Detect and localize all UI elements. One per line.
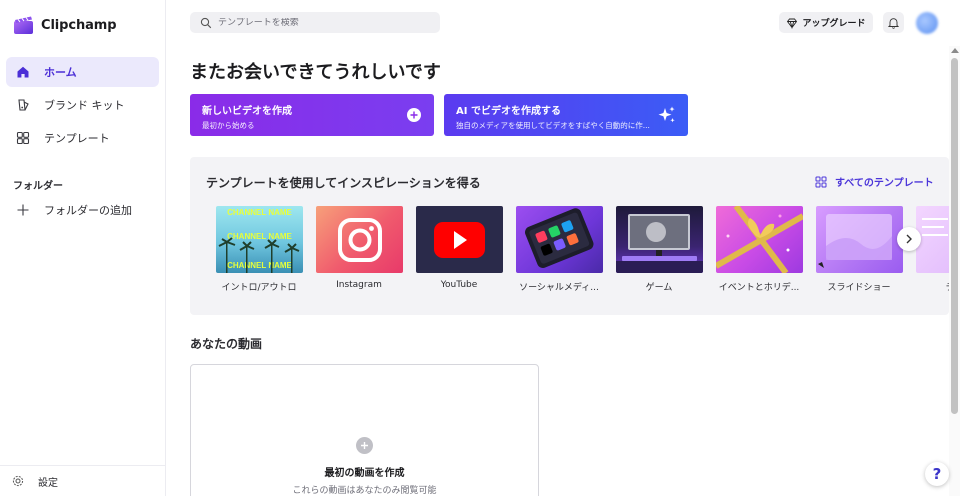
thumb-text: CHANNEL NAME	[227, 208, 292, 217]
search-input[interactable]	[218, 17, 428, 28]
brand[interactable]: Clipchamp	[13, 15, 117, 35]
create-new-video-subtitle: 最初から始める	[202, 121, 255, 130]
template-tile-gaming[interactable]: ゲーム	[616, 206, 703, 293]
template-thumbnail	[416, 206, 503, 273]
settings-label: 設定	[38, 477, 58, 489]
thumb-text: CHANNEL NAME	[227, 261, 292, 270]
chevron-right-icon	[906, 234, 912, 244]
avatar[interactable]	[916, 12, 938, 34]
sidebar-item-label: テンプレート	[44, 132, 110, 145]
templates-grid-icon	[815, 176, 827, 188]
create-ai-video-button[interactable]: AI でビデオを作成する 独自のメディアを使用してビデオをすばやく自動的に作..…	[444, 94, 688, 136]
plus-circle-icon	[407, 108, 421, 122]
notifications-button[interactable]	[883, 12, 904, 33]
template-tile-label: イントロ/アウトロ	[221, 283, 297, 293]
all-templates-label: すべてのテンプレート	[835, 178, 934, 189]
gear-icon	[12, 474, 26, 488]
templates-title: テンプレートを使用してインスピレーションを得る	[206, 176, 481, 190]
add-folder-label: フォルダーの追加	[44, 204, 132, 217]
template-thumbnail	[316, 206, 403, 273]
carousel-next-button[interactable]	[897, 227, 921, 251]
create-first-video-title: 最初の動画を作成	[324, 468, 405, 479]
template-thumbnail	[516, 206, 603, 273]
brand-kit-icon	[14, 96, 32, 114]
clipchamp-logo-icon	[14, 16, 33, 34]
upgrade-label: アップグレード	[802, 19, 866, 29]
template-tile-label: ゲーム	[645, 283, 673, 293]
template-tile-label: イベントとホリデ...	[718, 283, 800, 293]
question-mark-icon: ?	[932, 465, 942, 483]
template-tile-label: YouTube	[440, 280, 478, 290]
help-button[interactable]: ?	[925, 462, 949, 486]
template-tile-text[interactable]: テキス	[916, 206, 949, 293]
gaming-setup-image	[616, 214, 703, 273]
your-videos-heading: あなたの動画	[190, 337, 263, 351]
diamond-icon	[786, 17, 798, 29]
phone-apps-image	[525, 208, 594, 268]
sidebar-nav: ホーム ブランド キット テンプレート	[6, 57, 159, 156]
sidebar-item-brand-kit[interactable]: ブランド キット	[6, 90, 159, 120]
slides-image	[818, 214, 892, 268]
scrollbar-thumb[interactable]	[951, 58, 958, 414]
folder-heading: フォルダー	[13, 181, 63, 192]
create-first-video-subtitle: これらの動画はあなたのみ閲覧可能	[292, 486, 437, 496]
templates-icon	[14, 129, 32, 147]
youtube-icon	[434, 222, 485, 258]
app-name: Clipchamp	[41, 17, 117, 33]
create-first-video-card[interactable]: 最初の動画を作成 これらの動画はあなたのみ閲覧可能	[190, 364, 539, 496]
all-templates-link[interactable]: すべてのテンプレート	[815, 174, 934, 189]
gift-ribbon-image	[716, 206, 803, 273]
create-new-video-title: 新しいビデオを作成	[202, 106, 292, 117]
thumb-text: CHANNEL NAME	[227, 232, 292, 241]
template-thumbnail	[816, 206, 903, 273]
scroll-up-arrow-icon[interactable]	[951, 48, 959, 53]
template-thumbnail	[716, 206, 803, 273]
sparkle-icon	[658, 106, 675, 123]
page-title: またお会いできてうれしいです	[190, 62, 441, 83]
template-tile-label: テキス	[914, 280, 949, 293]
template-tile-intro-outro[interactable]: CHANNEL NAME CHANNEL NAME CHANNEL NAME イ…	[216, 206, 303, 293]
sidebar-item-templates[interactable]: テンプレート	[6, 123, 159, 153]
template-thumbnail	[616, 206, 703, 273]
settings-button[interactable]: 設定	[0, 465, 165, 496]
template-tile-slideshow[interactable]: スライドショー	[816, 206, 903, 293]
sidebar-item-label: ホーム	[44, 66, 77, 79]
upgrade-button[interactable]: アップグレード	[779, 12, 873, 33]
template-tile-label: スライドショー	[827, 283, 891, 293]
add-folder-button[interactable]: フォルダーの追加	[6, 196, 159, 224]
search-icon	[200, 17, 212, 29]
template-tile-social-media[interactable]: ソーシャルメディ...	[516, 206, 603, 293]
sidebar: Clipchamp ホーム ブランド キット テンプレート フォルダー フォルダ…	[0, 0, 166, 496]
template-tile-youtube[interactable]: YouTube	[416, 206, 503, 290]
plus-circle-icon	[356, 437, 373, 454]
sidebar-item-home[interactable]: ホーム	[6, 57, 159, 87]
sidebar-item-label: ブランド キット	[44, 99, 125, 112]
home-icon	[14, 63, 32, 81]
create-ai-video-subtitle: 独自のメディアを使用してビデオをすばやく自動的に作...	[456, 121, 650, 130]
template-carousel: CHANNEL NAME CHANNEL NAME CHANNEL NAME イ…	[216, 206, 949, 306]
bell-icon	[888, 17, 899, 29]
search-bar[interactable]	[190, 12, 440, 33]
template-thumbnail: CHANNEL NAME CHANNEL NAME CHANNEL NAME	[216, 206, 303, 273]
template-tile-events-holidays[interactable]: イベントとホリデ...	[716, 206, 803, 293]
template-tile-label: Instagram	[336, 280, 382, 290]
template-tile-label: ソーシャルメディ...	[519, 283, 599, 293]
create-new-video-button[interactable]: 新しいビデオを作成 最初から始める	[190, 94, 434, 136]
template-tile-instagram[interactable]: Instagram	[316, 206, 403, 290]
plus-icon	[14, 201, 32, 219]
palm-trees-image: CHANNEL NAME CHANNEL NAME CHANNEL NAME	[218, 208, 300, 273]
instagram-icon	[338, 218, 382, 262]
create-ai-video-title: AI でビデオを作成する	[456, 106, 561, 117]
templates-section: テンプレートを使用してインスピレーションを得る すべてのテンプレート CHANN…	[190, 157, 949, 315]
